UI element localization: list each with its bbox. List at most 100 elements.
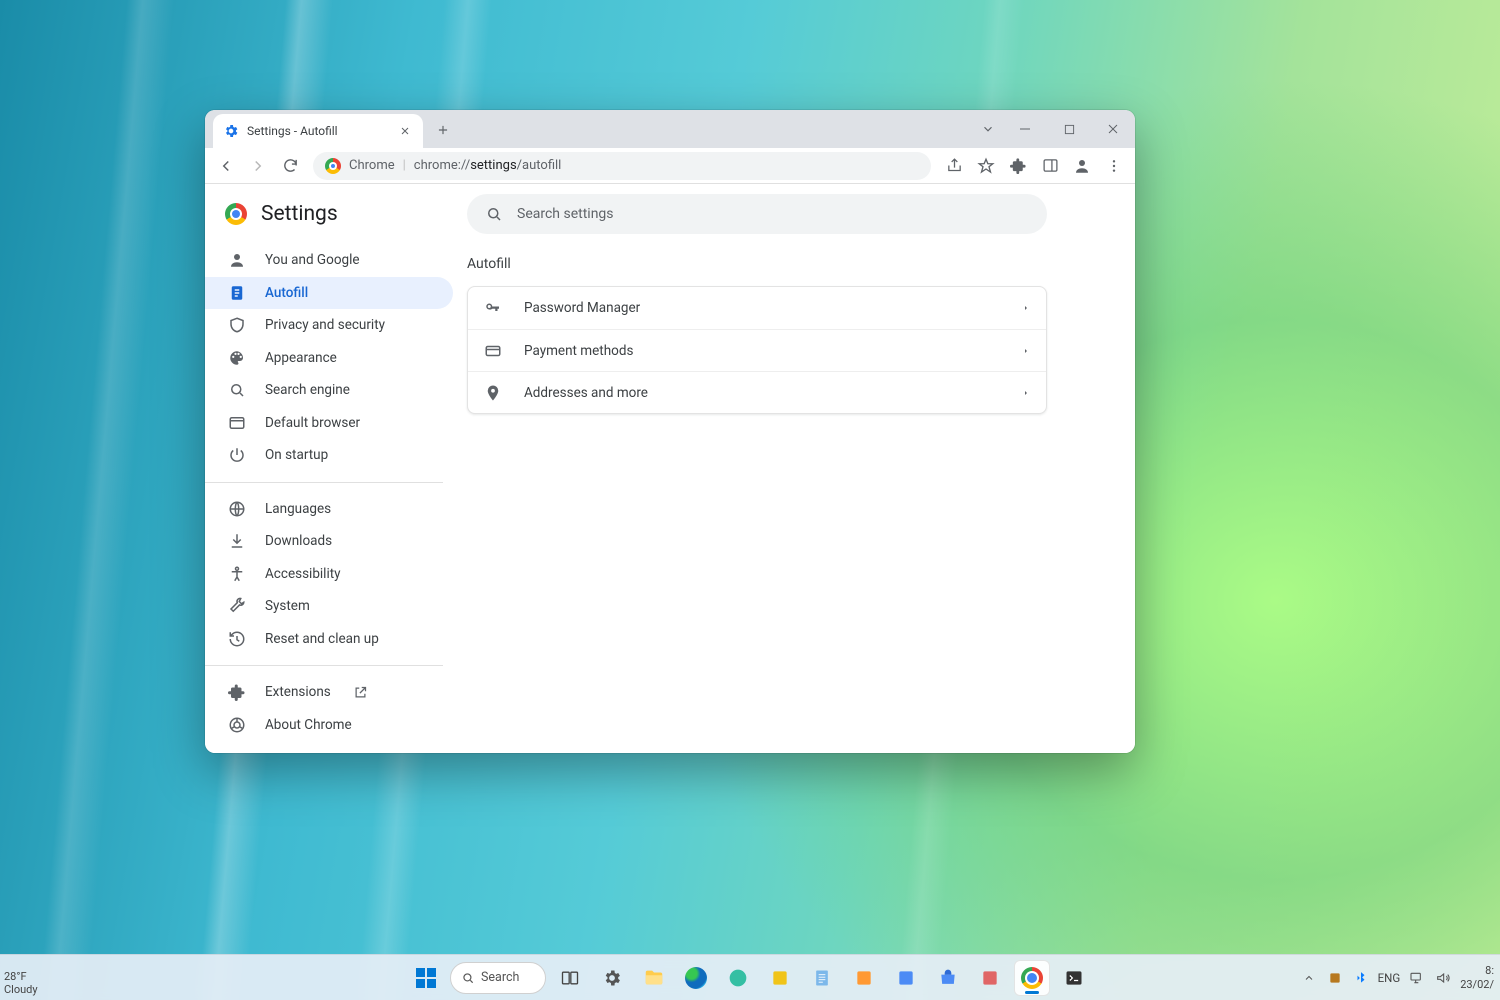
settings-brand: Settings — [205, 196, 453, 244]
row-addresses[interactable]: Addresses and more — [468, 371, 1046, 413]
sidebar-item-extensions[interactable]: Extensions — [205, 676, 453, 709]
sidepanel-button[interactable] — [1035, 151, 1065, 181]
taskbar-app-edge[interactable] — [678, 960, 714, 996]
chrome-menu-button[interactable] — [1099, 151, 1129, 181]
profile-button[interactable] — [1067, 151, 1097, 181]
row-label: Payment methods — [524, 343, 633, 359]
taskbar-app-chrome[interactable] — [1014, 960, 1050, 996]
taskbar-search-label: Search — [481, 970, 519, 985]
tray-overflow-icon[interactable] — [1300, 969, 1318, 987]
window-controls — [1003, 110, 1135, 148]
tray-volume-icon[interactable] — [1434, 969, 1452, 987]
extensions-button[interactable] — [1003, 151, 1033, 181]
sidebar-item-search-engine[interactable]: Search engine — [205, 374, 453, 407]
app-icon — [728, 968, 748, 988]
taskbar-app-store[interactable] — [930, 960, 966, 996]
sidebar-item-label: Privacy and security — [265, 317, 385, 333]
tab-search-button[interactable] — [973, 114, 1003, 144]
taskbar-center: Search — [408, 960, 1092, 996]
taskbar-search[interactable]: Search — [450, 962, 546, 994]
tray-network-icon[interactable] — [1408, 969, 1426, 987]
sidebar-item-accessibility[interactable]: Accessibility — [205, 557, 453, 590]
app-icon — [896, 968, 916, 988]
tab-close-icon[interactable] — [397, 123, 413, 139]
chrome-outline-icon — [227, 715, 247, 735]
sidebar-item-you-and-google[interactable]: You and Google — [205, 244, 453, 277]
tray-language[interactable]: ENG — [1378, 971, 1401, 985]
sidebar-item-label: Autofill — [265, 285, 308, 301]
terminal-icon — [1064, 968, 1084, 988]
task-view-button[interactable] — [552, 960, 588, 996]
app-icon — [770, 968, 790, 988]
taskbar-app-generic-2[interactable] — [762, 960, 798, 996]
sidebar-item-reset[interactable]: Reset and clean up — [205, 622, 453, 655]
sidebar-item-appearance[interactable]: Appearance — [205, 342, 453, 375]
section-title: Autofill — [467, 256, 1119, 272]
search-icon — [461, 971, 475, 985]
minimize-button[interactable] — [1003, 110, 1047, 148]
taskbar-app-settings[interactable] — [594, 960, 630, 996]
taskbar-app-generic-4[interactable] — [888, 960, 924, 996]
sidebar-item-languages[interactable]: Languages — [205, 492, 453, 525]
settings-gear-icon — [223, 123, 239, 139]
sidebar-item-about-chrome[interactable]: About Chrome — [205, 708, 453, 741]
notepad-icon — [812, 968, 832, 988]
sidebar-item-on-startup[interactable]: On startup — [205, 439, 453, 472]
browser-window: Settings - Autofill Chrome — [205, 110, 1135, 753]
browser-tab[interactable]: Settings - Autofill — [213, 114, 423, 148]
taskbar-app-generic-1[interactable] — [720, 960, 756, 996]
forward-button[interactable] — [243, 151, 273, 181]
sidebar-item-label: Search engine — [265, 382, 350, 398]
tray-bluetooth-icon[interactable] — [1352, 969, 1370, 987]
weather-widget[interactable]: 28°F Cloudy — [4, 970, 38, 996]
chrome-logo-icon — [1021, 967, 1043, 989]
reload-button[interactable] — [275, 151, 305, 181]
folder-icon — [643, 967, 665, 989]
tray-clock[interactable]: 8: 23/02/ — [1460, 964, 1494, 990]
restore-icon — [227, 629, 247, 649]
sidebar-item-default-browser[interactable]: Default browser — [205, 407, 453, 440]
new-tab-button[interactable] — [429, 116, 457, 144]
tab-strip: Settings - Autofill — [205, 114, 973, 148]
taskbar-app-explorer[interactable] — [636, 960, 672, 996]
address-bar[interactable]: Chrome | chrome://settings/autofill — [313, 152, 931, 180]
sidebar-item-autofill[interactable]: Autofill — [205, 277, 453, 310]
address-url: chrome://settings/autofill — [414, 158, 562, 173]
weather-label: Cloudy — [4, 983, 38, 996]
app-icon — [854, 968, 874, 988]
weather-temp: 28°F — [4, 970, 38, 983]
search-placeholder: Search settings — [517, 206, 614, 222]
sidebar-item-label: Downloads — [265, 533, 332, 549]
autofill-card: Password Manager Payment methods Address… — [467, 286, 1047, 414]
taskbar-app-notepad[interactable] — [804, 960, 840, 996]
sidebar-item-label: About Chrome — [265, 717, 352, 733]
row-payment-methods[interactable]: Payment methods — [468, 329, 1046, 371]
store-icon — [938, 968, 958, 988]
sidebar-item-label: System — [265, 598, 310, 614]
taskbar-app-generic-3[interactable] — [846, 960, 882, 996]
sidebar-item-system[interactable]: System — [205, 590, 453, 623]
chevron-right-icon — [1022, 302, 1030, 314]
site-info-icon[interactable] — [325, 158, 341, 174]
tray-security-icon[interactable] — [1326, 969, 1344, 987]
gear-icon — [602, 968, 622, 988]
taskbar-app-terminal[interactable] — [1056, 960, 1092, 996]
bookmark-button[interactable] — [971, 151, 1001, 181]
browser-toolbar: Chrome | chrome://settings/autofill — [205, 148, 1135, 184]
start-button[interactable] — [408, 960, 444, 996]
maximize-button[interactable] — [1047, 110, 1091, 148]
sidebar-item-label: Extensions — [265, 684, 331, 700]
sidebar-divider — [205, 482, 443, 483]
sidebar-item-label: Accessibility — [265, 566, 341, 582]
sidebar-item-privacy[interactable]: Privacy and security — [205, 309, 453, 342]
sidebar-item-downloads[interactable]: Downloads — [205, 525, 453, 558]
palette-icon — [227, 348, 247, 368]
taskbar-app-generic-5[interactable] — [972, 960, 1008, 996]
share-button[interactable] — [939, 151, 969, 181]
search-icon — [227, 380, 247, 400]
address-scheme-label: Chrome — [349, 158, 395, 173]
close-window-button[interactable] — [1091, 110, 1135, 148]
settings-search-input[interactable]: Search settings — [467, 194, 1047, 234]
back-button[interactable] — [211, 151, 241, 181]
row-password-manager[interactable]: Password Manager — [468, 287, 1046, 329]
